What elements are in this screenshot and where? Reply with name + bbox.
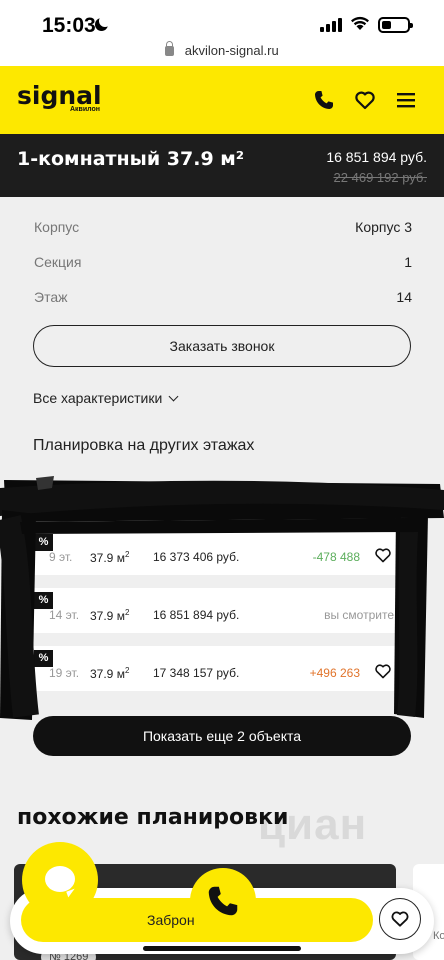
other-floors-list: % 9 эт. 37.9 м2 16 373 406 руб. -478 488… <box>32 530 396 704</box>
site-header: signal Аквилон <box>0 66 444 134</box>
discount-percent-icon: % <box>34 592 53 609</box>
heart-icon <box>391 911 409 927</box>
property-value: 14 <box>396 288 412 305</box>
property-row-building: Корпус Корпус 3 <box>34 209 412 244</box>
menu-hamburger-icon[interactable] <box>394 88 418 112</box>
listing-title: 1-комнатный 37.9 м² <box>17 148 245 170</box>
listing-price: 16 851 894 руб. <box>326 149 427 165</box>
status-time: 15:03 <box>42 14 96 37</box>
heart-icon[interactable] <box>374 663 392 679</box>
price-difference: -478 488 <box>312 550 360 564</box>
home-indicator <box>143 946 301 951</box>
price-difference: +496 263 <box>309 666 360 680</box>
floor-area: 37.9 м2 <box>90 666 130 681</box>
floor-number: 14 эт. <box>49 608 80 622</box>
floor-row[interactable]: % 9 эт. 37.9 м2 16 373 406 руб. -478 488 <box>32 530 396 575</box>
property-value: Корпус 3 <box>355 218 412 235</box>
all-characteristics-label: Все характеристики <box>33 390 163 406</box>
listing-price-bar: 1-комнатный 37.9 м² 16 851 894 руб. 22 4… <box>0 134 444 197</box>
floor-area: 37.9 м2 <box>90 608 130 623</box>
similar-layouts-title: похожие планировки <box>17 805 289 830</box>
chat-bubble-icon <box>45 866 75 892</box>
wifi-icon <box>351 16 369 30</box>
discount-percent-icon: % <box>34 650 53 667</box>
logo-subtitle: Аквилон <box>70 106 101 113</box>
order-call-button[interactable]: Заказать звонок <box>33 325 411 367</box>
property-row-section: Секция 1 <box>34 244 412 279</box>
floor-number: 19 эт. <box>49 666 80 680</box>
floor-area: 37.9 м2 <box>90 550 130 565</box>
property-label: Секция <box>34 253 82 270</box>
card-label: Ко <box>433 930 444 942</box>
floor-row[interactable]: % 19 эт. 37.9 м2 17 348 157 руб. +496 26… <box>32 646 396 691</box>
other-floors-title: Планировка на других этажах <box>33 437 255 454</box>
battery-icon <box>378 17 413 33</box>
phone-icon <box>208 886 238 916</box>
call-fab-button[interactable] <box>190 868 256 934</box>
lock-icon <box>165 41 175 56</box>
chat-button[interactable] <box>22 842 98 918</box>
floor-price: 16 851 894 руб. <box>153 608 240 622</box>
favorite-button[interactable] <box>379 898 421 940</box>
url-text: akvilon-signal.ru <box>184 43 279 58</box>
floor-price: 17 348 157 руб. <box>153 666 240 680</box>
floor-number: 9 эт. <box>49 550 73 564</box>
url-bar[interactable]: akvilon-signal.ru <box>0 36 444 66</box>
property-row-floor: Этаж 14 <box>34 279 412 314</box>
current-viewing-label: вы смотрите <box>324 608 394 622</box>
discount-percent-icon: % <box>34 534 53 551</box>
listing-old-price: 22 469 192 руб. <box>333 170 427 185</box>
phone-icon[interactable] <box>312 88 336 112</box>
focus-moon-icon <box>95 15 111 31</box>
favorites-heart-icon[interactable] <box>353 88 377 112</box>
chevron-down-icon <box>168 391 179 402</box>
heart-icon[interactable] <box>374 547 392 563</box>
property-value: 1 <box>404 253 412 270</box>
floor-price: 16 373 406 руб. <box>153 550 240 564</box>
show-more-button[interactable]: Показать еще 2 объекта <box>33 716 411 756</box>
property-label: Этаж <box>34 288 68 305</box>
floor-row-current[interactable]: % 14 эт. 37.9 м2 16 851 894 руб. вы смот… <box>32 588 396 633</box>
site-logo[interactable]: signal <box>17 83 102 108</box>
all-characteristics-toggle[interactable]: Все характеристики <box>33 390 179 406</box>
property-list: Корпус Корпус 3 Секция 1 Этаж 14 <box>34 209 412 314</box>
property-label: Корпус <box>34 218 80 235</box>
cellular-signal-icon <box>320 18 342 32</box>
